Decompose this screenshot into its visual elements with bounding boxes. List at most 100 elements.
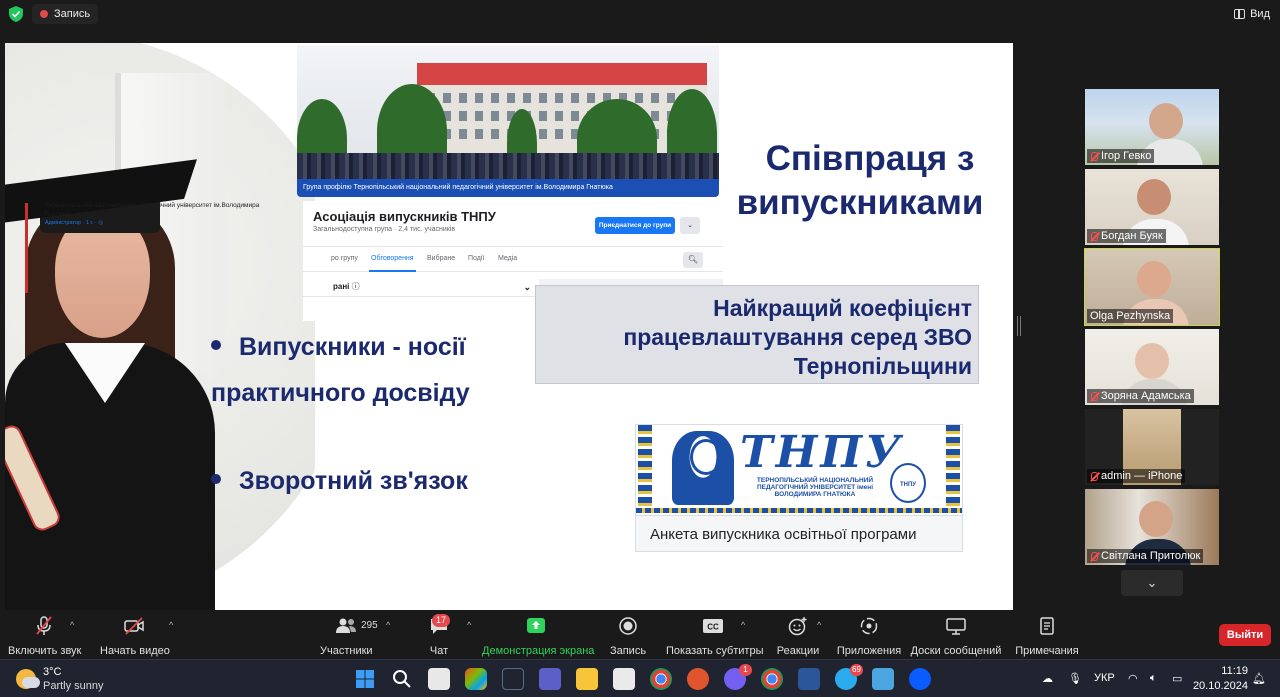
smiley-plus-icon: [788, 617, 807, 636]
start-video-button[interactable]: Начать видео: [100, 616, 170, 657]
chrome-icon[interactable]: [650, 668, 672, 690]
file-explorer-icon[interactable]: [576, 668, 598, 690]
chevron-down-icon: ⌄: [1146, 575, 1158, 590]
volume-icon[interactable]: 🔈︎: [1150, 672, 1157, 685]
tab-events: Події: [468, 255, 485, 262]
zoom-icon[interactable]: [909, 668, 931, 690]
panel-resize-handle[interactable]: [1017, 316, 1021, 336]
copilot-icon[interactable]: [465, 668, 487, 690]
building-windows: [427, 93, 697, 103]
group-title: Асоціація випускників ТНПУ: [313, 209, 496, 224]
participant-name-label: Зоряна Адамська: [1087, 389, 1194, 403]
participant-name: Богдан Буяк: [1101, 230, 1163, 242]
participant-name-label: Богдан Буяк: [1087, 229, 1166, 243]
record-button[interactable]: Запись: [608, 616, 648, 657]
group-subtitle: Загальнодоступна група · 2,4 тис. учасни…: [313, 226, 456, 233]
share-screen-button[interactable]: Демонстрация экрана: [482, 616, 594, 657]
video-options-caret[interactable]: ^: [169, 620, 173, 630]
participant-face: [1139, 501, 1173, 537]
recording-indicator[interactable]: Запись: [32, 4, 99, 24]
yandex-browser-icon[interactable]: [687, 668, 709, 690]
audio-options-caret[interactable]: ^: [70, 620, 74, 630]
view-grid-icon: [1234, 9, 1246, 19]
graduates-crowd: [297, 153, 719, 179]
chat-button[interactable]: 17 Чат: [420, 614, 458, 657]
participant-tile[interactable]: Світлана Притолюк: [1085, 489, 1219, 565]
notifications-bell-icon[interactable]: 🔔︎: [1252, 672, 1266, 685]
ornament-left: [638, 425, 652, 508]
participant-name: Зоряна Адамська: [1101, 390, 1191, 402]
clock-date: 20.10.2024: [1192, 680, 1248, 692]
svg-text:CC: CC: [707, 623, 719, 632]
scroll-participants-down-button[interactable]: ⌄: [1121, 570, 1183, 596]
show-captions-button[interactable]: CC Показать субтитры: [666, 616, 764, 657]
share-screen-icon: [527, 618, 545, 633]
clock-time: 11:19: [1221, 665, 1248, 677]
start-video-label: Начать видео: [100, 645, 170, 657]
onedrive-icon[interactable]: ☁: [1042, 672, 1053, 685]
microphone-icon[interactable]: 🎙︎: [1068, 672, 1082, 685]
mic-muted-icon: [1091, 552, 1098, 561]
viber-badge: 1: [739, 664, 752, 676]
teams-icon[interactable]: [539, 668, 561, 690]
windows-start-icon[interactable]: [354, 668, 376, 690]
participant-name: Ігор Гевко: [1101, 150, 1152, 162]
participant-name-label: Світлана Притолюк: [1087, 549, 1204, 563]
reactions-label: Реакции: [776, 645, 820, 657]
participant-tile[interactable]: Ігор Гевко: [1085, 89, 1219, 165]
word-icon[interactable]: [798, 668, 820, 690]
leave-meeting-button[interactable]: Выйти: [1219, 624, 1271, 646]
participant-name-label: admin — iPhone: [1087, 469, 1186, 483]
apps-button[interactable]: Приложения: [836, 616, 902, 657]
participant-name: Світлана Притолюк: [1101, 550, 1201, 562]
participant-tile-active-speaker[interactable]: Olga Pezhynska: [1084, 248, 1220, 326]
participant-tile[interactable]: Богдан Буяк: [1085, 169, 1219, 245]
university-name: ТЕРНОПІЛЬСЬКИЙ НАЦІОНАЛЬНИЙ ПЕДАГОГІЧНИЙ…: [756, 477, 874, 498]
record-icon: [619, 617, 637, 635]
whiteboards-label: Доски сообщений: [910, 645, 1002, 657]
chrome-profile-icon[interactable]: [761, 668, 783, 690]
keyboard-language[interactable]: УКР: [1094, 672, 1115, 684]
participant-tile[interactable]: admin — iPhone: [1085, 409, 1219, 485]
whiteboards-button[interactable]: Доски сообщений: [910, 616, 1002, 657]
temperature: 3°C: [43, 666, 62, 678]
task-view-icon[interactable]: [428, 668, 450, 690]
participant-name: Olga Pezhynska: [1090, 310, 1171, 322]
chevron-down-icon: ⌄: [523, 282, 531, 292]
search-icon: 🔍︎: [683, 252, 703, 268]
participant-face: [1137, 179, 1171, 215]
participants-icon: [336, 618, 356, 633]
graduate-photo: [5, 43, 315, 610]
participant-tile[interactable]: Зоряна Адамська: [1085, 329, 1219, 405]
participants-options-caret[interactable]: ^: [386, 620, 390, 630]
telegram-icon[interactable]: 69: [835, 664, 863, 690]
microphone-muted-icon: [36, 616, 52, 635]
recording-dot-icon: [40, 10, 48, 18]
viber-icon[interactable]: 1: [724, 664, 752, 690]
microsoft-store-icon[interactable]: [613, 668, 635, 690]
search-icon[interactable]: [391, 668, 413, 690]
terminal-icon[interactable]: [502, 668, 524, 690]
system-clock[interactable]: 11:19 20.10.2024: [1192, 664, 1248, 694]
view-button[interactable]: Вид: [1234, 4, 1270, 24]
participants-count: 295: [361, 620, 378, 631]
captions-options-caret[interactable]: ^: [741, 620, 745, 630]
wifi-icon[interactable]: ◠: [1128, 672, 1138, 685]
photos-icon[interactable]: [872, 668, 894, 690]
reactions-button[interactable]: Реакции: [776, 616, 820, 657]
join-group-button: Приєднатися до групи: [595, 217, 675, 234]
meeting-toolbar: Включить звук ^ Начать видео ^ Участники…: [0, 612, 1280, 659]
battery-icon[interactable]: ▭: [1172, 672, 1182, 685]
chat-options-caret[interactable]: ^: [467, 620, 471, 630]
bullet-item-2: Зворотний зв'язок: [211, 467, 468, 496]
apps-icon: [860, 617, 878, 635]
record-label: Запись: [609, 645, 647, 657]
chat-unread-badge: 17: [432, 614, 450, 627]
participants-label: Участники: [320, 645, 373, 657]
slide-title: Співпраця з випускниками: [695, 137, 1013, 225]
security-shield-icon[interactable]: [9, 6, 23, 22]
reactions-options-caret[interactable]: ^: [817, 620, 821, 630]
notes-button[interactable]: Примечания: [1014, 616, 1080, 657]
participant-face: [1137, 261, 1171, 297]
mic-muted-icon: [1091, 232, 1098, 241]
